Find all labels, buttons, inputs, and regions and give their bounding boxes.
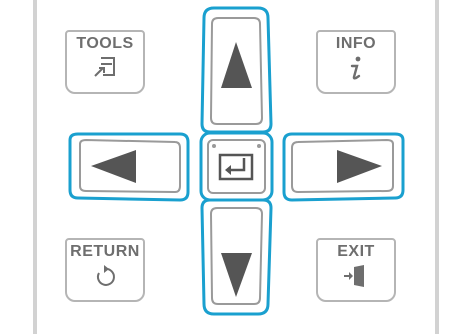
up-button[interactable] [200, 6, 273, 134]
down-button[interactable] [200, 198, 273, 316]
right-button[interactable] [282, 132, 405, 202]
direction-pad [68, 6, 405, 316]
left-button[interactable] [68, 132, 190, 202]
enter-button[interactable] [199, 131, 274, 202]
remote-control: TOOLS INFO RETURN EXIT [0, 0, 463, 334]
